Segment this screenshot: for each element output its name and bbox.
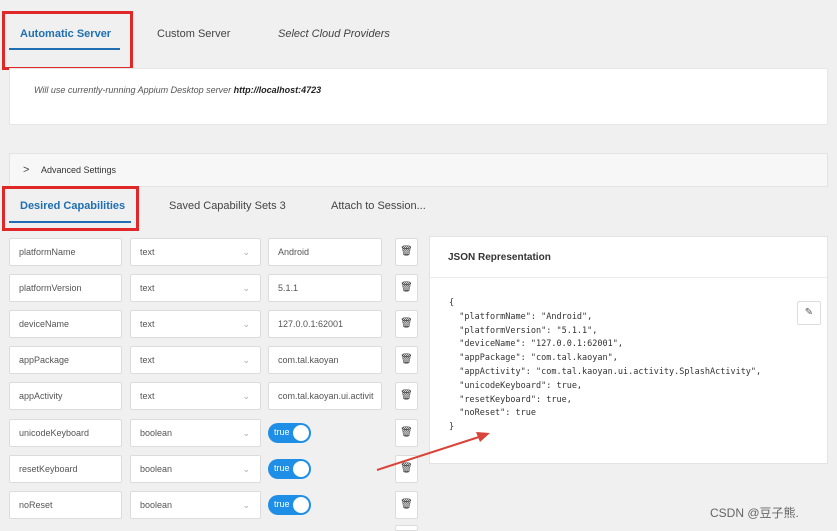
delete-capability-button[interactable]: 🗑 [395, 382, 418, 410]
chevron-down-icon: ⌄ [242, 391, 250, 401]
server-info-panel: Will use currently-running Appium Deskto… [9, 68, 828, 125]
server-tabs: Automatic Server Custom Server Select Cl… [0, 0, 837, 68]
pencil-icon: ✎ [804, 307, 814, 318]
json-code-block: { "platformName": "Android", "platformVe… [449, 298, 762, 433]
capability-row: platformVersion text ⌄ 5.1.1 🗑 [0, 274, 420, 302]
capability-type-select[interactable]: boolean ⌄ [130, 455, 261, 483]
capability-row: platformName text ⌄ Android 🗑 [0, 238, 420, 266]
capability-type-select[interactable]: text ⌄ [130, 346, 261, 374]
delete-capability-button[interactable]: 🗑 [395, 310, 418, 338]
json-panel-header: JSON Representation [430, 237, 827, 278]
capability-value-input[interactable]: Android [268, 238, 382, 266]
active-cap-tab-underline [9, 221, 131, 223]
tab-attach-to-session[interactable]: Attach to Session... [331, 200, 426, 212]
capability-name-input[interactable]: noReset [9, 491, 122, 519]
tab-saved-capability-sets[interactable]: Saved Capability Sets 3 [169, 200, 286, 212]
capability-name-input[interactable]: deviceName [9, 310, 122, 338]
trash-icon: 🗑 [400, 390, 413, 401]
delete-capability-button[interactable]: 🗑 [395, 274, 418, 302]
capability-name-input[interactable]: appActivity [9, 382, 122, 410]
server-url: http://localhost:4723 [233, 85, 322, 95]
capability-type-select[interactable]: text ⌄ [130, 310, 261, 338]
trash-icon: 🗑 [400, 282, 413, 293]
tab-desired-capabilities[interactable]: Desired Capabilities [20, 200, 125, 212]
tab-automatic-server[interactable]: Automatic Server [20, 28, 111, 40]
server-message: Will use currently-running Appium Deskto… [34, 85, 322, 95]
capability-row: appActivity text ⌄ com.tal.kaoyan.ui.acti… [0, 382, 420, 410]
chevron-right-icon: > [23, 164, 30, 176]
chevron-down-icon: ⌄ [242, 247, 250, 257]
capability-row: deviceName text ⌄ 127.0.0.1:62001 🗑 [0, 310, 420, 338]
chevron-down-icon: ⌄ [242, 355, 250, 365]
capability-boolean-toggle[interactable]: true [268, 423, 311, 443]
capability-name-input[interactable]: platformName [9, 238, 122, 266]
capability-value-input[interactable]: com.tal.kaoyan.ui.activit [268, 382, 382, 410]
capability-row: noReset boolean ⌄ true 🗑 [0, 491, 420, 519]
capability-row: appPackage text ⌄ com.tal.kaoyan 🗑 [0, 346, 420, 374]
capability-boolean-toggle[interactable]: true [268, 495, 311, 515]
advanced-settings-label: Advanced Settings [41, 165, 117, 175]
tab-select-cloud-providers[interactable]: Select Cloud Providers [278, 28, 390, 40]
capability-name-input[interactable]: resetKeyboard [9, 455, 122, 483]
trash-icon: 🗑 [400, 463, 413, 474]
chevron-down-icon: ⌄ [242, 283, 250, 293]
advanced-settings-toggle[interactable]: > Advanced Settings [9, 153, 828, 187]
delete-capability-button[interactable]: 🗑 [395, 419, 418, 447]
capability-type-select[interactable]: boolean ⌄ [130, 491, 261, 519]
chevron-down-icon: ⌄ [242, 500, 250, 510]
tab-custom-server[interactable]: Custom Server [157, 28, 230, 40]
toggle-knob [293, 497, 309, 513]
capability-name-input[interactable]: platformVersion [9, 274, 122, 302]
capability-value-input[interactable]: 127.0.0.1:62001 [268, 310, 382, 338]
capability-type-select[interactable]: text ⌄ [130, 238, 261, 266]
capability-name-input[interactable]: appPackage [9, 346, 122, 374]
json-panel-title: JSON Representation [448, 252, 551, 263]
chevron-down-icon: ⌄ [242, 464, 250, 474]
trash-icon: 🗑 [400, 499, 413, 510]
delete-capability-button[interactable]: 🗑 [395, 455, 418, 483]
chevron-down-icon: ⌄ [242, 428, 250, 438]
delete-capability-button-partial[interactable] [395, 525, 418, 531]
capability-row: unicodeKeyboard boolean ⌄ true 🗑 [0, 419, 420, 447]
capability-row: resetKeyboard boolean ⌄ true 🗑 [0, 455, 420, 483]
delete-capability-button[interactable]: 🗑 [395, 491, 418, 519]
watermark: CSDN @豆子熊. [710, 506, 799, 520]
toggle-knob [293, 425, 309, 441]
delete-capability-button[interactable]: 🗑 [395, 346, 418, 374]
chevron-down-icon: ⌄ [242, 319, 250, 329]
active-tab-underline [9, 48, 120, 50]
capability-boolean-toggle[interactable]: true [268, 459, 311, 479]
json-representation-panel: JSON Representation { "platformName": "A… [429, 236, 828, 464]
capability-name-input[interactable]: unicodeKeyboard [9, 419, 122, 447]
delete-capability-button[interactable]: 🗑 [395, 238, 418, 266]
capability-type-select[interactable]: text ⌄ [130, 274, 261, 302]
capability-value-input[interactable]: com.tal.kaoyan [268, 346, 382, 374]
capability-type-select[interactable]: text ⌄ [130, 382, 261, 410]
toggle-knob [293, 461, 309, 477]
edit-json-button[interactable]: ✎ [797, 301, 821, 325]
trash-icon: 🗑 [400, 246, 413, 257]
capability-type-select[interactable]: boolean ⌄ [130, 419, 261, 447]
trash-icon: 🗑 [400, 427, 413, 438]
capability-value-input[interactable]: 5.1.1 [268, 274, 382, 302]
trash-icon: 🗑 [400, 318, 413, 329]
trash-icon: 🗑 [400, 354, 413, 365]
